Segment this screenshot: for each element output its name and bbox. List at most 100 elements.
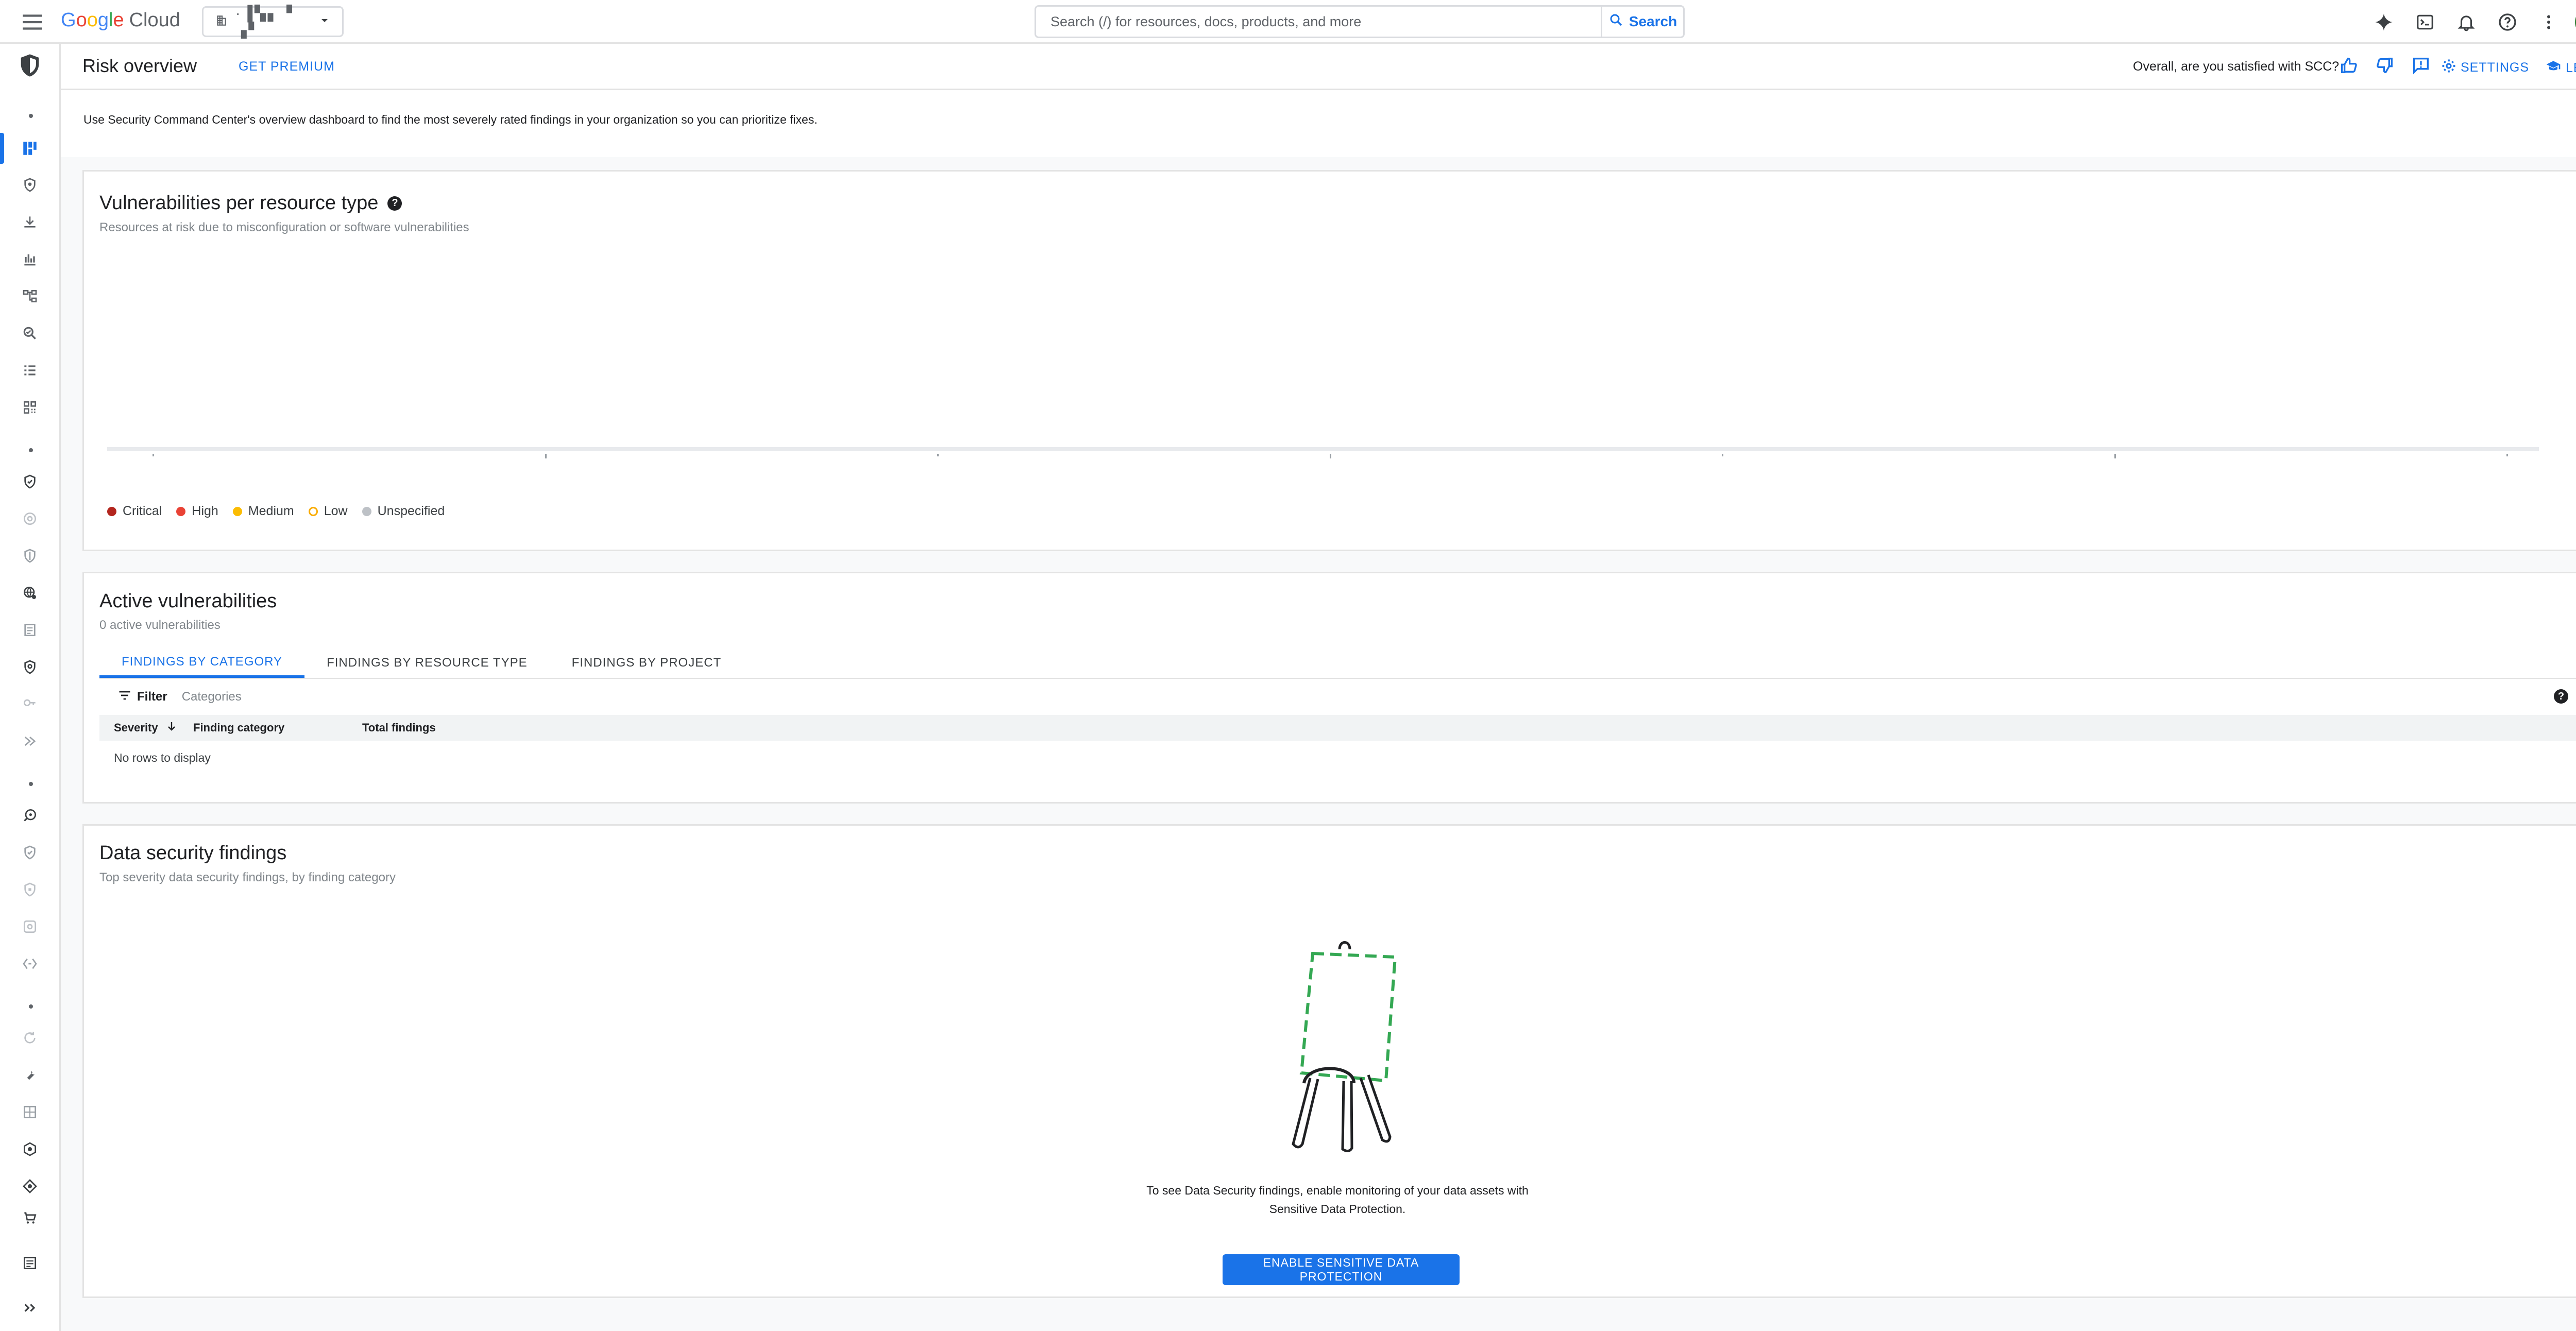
data-flow-icon[interactable]: [18, 729, 42, 754]
shield-lock-icon[interactable]: [18, 877, 42, 902]
tab-findings-by-project[interactable]: FINDINGS BY PROJECT: [550, 648, 744, 678]
vulnerabilities-title-text: Vulnerabilities per resource type: [99, 192, 379, 214]
data-security-subtitle: Top severity data security findings, by …: [99, 871, 396, 884]
refresh-cycle-icon[interactable]: [18, 1026, 42, 1050]
download-icon[interactable]: [18, 210, 42, 234]
legend-label: High: [192, 504, 218, 518]
legend-item-critical[interactable]: Critical: [107, 504, 162, 519]
web-security-globe-icon[interactable]: [18, 581, 42, 605]
thumbs-up-icon[interactable]: [2335, 52, 2362, 79]
posture-shield-icon[interactable]: [18, 469, 42, 494]
organization-name: ·▐▚▖▝ ▗▘: [235, 5, 294, 38]
legend-item-unspecified[interactable]: Unspecified: [362, 504, 445, 519]
chart-tick: [937, 454, 939, 456]
column-total-findings[interactable]: Total findings: [362, 721, 436, 735]
hexagon-settings-icon[interactable]: [18, 1137, 42, 1162]
findings-tabs: FINDINGS BY CATEGORY FINDINGS BY RESOURC…: [99, 648, 743, 678]
bar-chart-icon[interactable]: [18, 247, 42, 271]
empty-table-message: No rows to display: [114, 751, 211, 764]
column-severity[interactable]: Severity: [114, 720, 178, 736]
wrench-tools-icon[interactable]: [18, 1063, 42, 1087]
column-finding-category[interactable]: Finding category: [193, 721, 284, 735]
organization-picker[interactable]: ·▐▚▖▝ ▗▘: [202, 5, 344, 38]
tab-findings-by-resource-type[interactable]: FINDINGS BY RESOURCE TYPE: [304, 648, 550, 678]
more-options-icon[interactable]: [2534, 7, 2564, 37]
search-button[interactable]: Search: [1601, 7, 1683, 37]
filter-categories-input[interactable]: [180, 689, 389, 705]
data-security-title: Data security findings: [99, 842, 287, 864]
key-search-icon[interactable]: [18, 692, 42, 716]
reports-document-icon[interactable]: [18, 618, 42, 642]
gemini-sparkle-icon[interactable]: [2369, 7, 2399, 37]
chevron-down-icon: [318, 14, 331, 29]
enable-sensitive-data-protection-button[interactable]: ENABLE SENSITIVE DATA PROTECTION: [1223, 1254, 1460, 1285]
legend-item-medium[interactable]: Medium: [232, 504, 294, 519]
legend-label: Low: [324, 504, 348, 518]
column-severity-label: Severity: [114, 721, 158, 734]
main-menu-icon[interactable]: [20, 9, 45, 35]
chart-tick: [152, 454, 154, 456]
active-vulnerabilities-title: Active vulnerabilities: [99, 590, 277, 612]
active-vulnerabilities-card: Active vulnerabilities 0 active vulnerab…: [82, 572, 2576, 804]
search-icon: [1608, 12, 1624, 31]
cloud-shell-icon[interactable]: [2410, 7, 2440, 37]
scanner-icon[interactable]: [18, 914, 42, 939]
code-brackets-icon[interactable]: [18, 951, 42, 976]
target-icon[interactable]: [18, 1174, 42, 1199]
organization-icon: [215, 14, 228, 30]
table-help-icon[interactable]: ?: [2554, 689, 2568, 704]
settings-button[interactable]: SETTINGS: [2441, 58, 2529, 77]
learn-button[interactable]: LEARN: [2545, 58, 2576, 78]
legend-label: Critical: [123, 504, 162, 518]
graduation-cap-icon: [2545, 58, 2562, 78]
chart-tick: [1330, 454, 1331, 458]
threats-shield-icon[interactable]: [18, 173, 42, 197]
compliance-icon[interactable]: [18, 506, 42, 531]
attack-path-icon[interactable]: [18, 284, 42, 309]
help-icon[interactable]: [2493, 7, 2522, 37]
protection-shield-icon[interactable]: [18, 655, 42, 679]
overview-dashboard-icon[interactable]: [18, 136, 42, 161]
enable-message-line-2: Sensitive Data Protection.: [1269, 1202, 1406, 1216]
data-security-card: Data security findings Top severity data…: [82, 824, 2576, 1298]
expand-nav-icon[interactable]: [18, 1295, 42, 1320]
filter-button[interactable]: Filter: [117, 688, 167, 706]
active-vulnerabilities-count: 0 active vulnerabilities: [99, 618, 221, 632]
help-icon[interactable]: ?: [387, 196, 402, 211]
learn-label: LEARN: [2566, 61, 2576, 75]
integrations-grid-icon[interactable]: [18, 1100, 42, 1124]
google-cloud-logo[interactable]: Google Cloud: [61, 9, 180, 31]
chart-tick: [2114, 454, 2116, 458]
search-bar: Search: [1035, 5, 1685, 38]
vulnerabilities-card-subtitle: Resources at risk due to misconfiguratio…: [99, 220, 469, 234]
chart-tick: [1722, 454, 1723, 456]
filter-label: Filter: [137, 690, 167, 704]
nav-divider-dot: [29, 1004, 33, 1009]
search-input[interactable]: [1036, 6, 1601, 37]
notifications-bell-icon[interactable]: [2451, 7, 2481, 37]
marketplace-cart-icon[interactable]: [18, 1205, 42, 1230]
shield-check-icon[interactable]: [18, 840, 42, 865]
vulnerabilities-card-title: Vulnerabilities per resource type ?: [99, 192, 402, 214]
send-feedback-icon[interactable]: [2408, 52, 2434, 79]
chart-tick: [545, 454, 547, 458]
security-policy-shield-icon[interactable]: [18, 543, 42, 568]
intro-text: Use Security Command Center's overview d…: [83, 113, 818, 126]
security-command-center-shield-icon[interactable]: [14, 50, 45, 81]
thumbs-down-icon[interactable]: [2371, 52, 2398, 79]
nav-divider-dot: [29, 114, 33, 118]
legend-item-high[interactable]: High: [176, 504, 218, 519]
tab-findings-by-category[interactable]: FINDINGS BY CATEGORY: [99, 648, 305, 678]
investigate-search-icon[interactable]: [18, 321, 42, 346]
findings-list-icon[interactable]: [18, 358, 42, 383]
vulnerabilities-card: Vulnerabilities per resource type ? Reso…: [82, 170, 2576, 551]
page-header: Risk overview GET PREMIUM Overall, are y…: [61, 44, 2576, 90]
legend-swatch: [362, 506, 371, 516]
release-notes-icon[interactable]: [18, 1251, 42, 1275]
intro-section: Use Security Command Center's overview d…: [61, 90, 2576, 157]
chat-question-icon[interactable]: [18, 803, 42, 828]
legend-swatch: [232, 506, 242, 516]
legend-item-low[interactable]: Low: [308, 504, 348, 519]
assets-grid-icon[interactable]: [18, 395, 42, 420]
get-premium-link[interactable]: GET PREMIUM: [239, 59, 335, 74]
